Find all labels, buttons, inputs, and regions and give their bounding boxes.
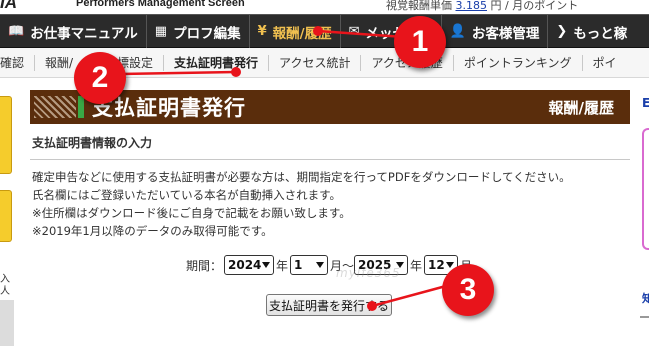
description-line: ※住所欄はダウンロード後にご自身で記載をお願い致します。 xyxy=(32,206,351,220)
subnav-point-more[interactable]: ポイ xyxy=(583,55,627,71)
nav-reward-history[interactable]: ¥ 報酬/履歴 xyxy=(250,15,341,48)
nav-label: お仕事マニュアル xyxy=(30,25,138,42)
subnav-access-stats[interactable]: アクセス統計 xyxy=(269,54,362,71)
nav-label: 報酬/履歴 xyxy=(272,25,332,42)
right-pink-panel xyxy=(642,128,649,250)
nav-label: お客様管理 xyxy=(471,25,540,42)
nav-label: プロフ編集 xyxy=(173,25,241,42)
header-rate-info: 視覚報酬単価 3.185 円 / 月のポイント xyxy=(386,0,579,12)
calendar-icon: ▦ xyxy=(154,24,168,39)
nav-manual[interactable]: 📖 お仕事マニュアル xyxy=(0,15,147,48)
user-icon: 👤 xyxy=(449,24,466,39)
chevron-down-icon xyxy=(446,262,454,268)
subnav-confirm[interactable]: 確認 xyxy=(0,54,36,71)
brand-subtitle: Performers Management Screen xyxy=(76,0,245,9)
chevron-down-icon xyxy=(262,262,270,268)
year-unit: 年 xyxy=(410,259,423,273)
chevron-down-icon xyxy=(316,262,324,268)
issue-certificate-button[interactable]: 支払証明書を発行する xyxy=(266,294,392,316)
nav-profile-edit[interactable]: ▦ プロフ編集 xyxy=(147,15,250,48)
main-nav: 📖 お仕事マニュアル ▦ プロフ編集 ¥ 報酬/履歴 ✉ メッセージ 👤 お客様… xyxy=(0,14,649,48)
left-yellow-panel-1[interactable] xyxy=(0,96,12,174)
section-heading: 支払証明書情報の入力 xyxy=(30,134,630,160)
right-link-fragment[interactable]: E xyxy=(642,96,649,110)
watermark-text: mylfe365 xyxy=(336,266,401,280)
left-text-a: 入 xyxy=(0,274,10,285)
subnav-payment-certificate[interactable]: 支払証明書発行 xyxy=(164,54,270,71)
right-text-fragment[interactable]: 知 xyxy=(642,290,649,306)
left-grey-panel xyxy=(0,300,14,346)
right-divider xyxy=(640,316,649,318)
brand-header: IA Performers Management Screen 視覚報酬単価 3… xyxy=(0,0,649,14)
nav-more[interactable]: ❯ もっと稼 xyxy=(548,15,635,48)
page-banner: 支払証明書発行 報酬/履歴 xyxy=(30,90,630,124)
annotation-badge-1: 1 xyxy=(394,16,446,68)
description-line: ※2019年1月以降のデータのみ取得可能です。 xyxy=(32,224,273,238)
banner-hatch-decoration xyxy=(34,96,76,118)
left-text-b: 人 xyxy=(0,286,10,297)
period-selector: 期間： 2024 年 1 月～ 2025 年 12 月 xyxy=(30,255,630,277)
main-content: 支払証明書発行 報酬/履歴 支払証明書情報の入力 確定申告などに使用する支払証明… xyxy=(30,90,630,316)
banner-green-accent xyxy=(78,96,84,118)
year-unit: 年 xyxy=(276,259,289,273)
description-line: 確定申告などに使用する支払証明書が必要な方は、期間指定を行ってPDFをダウンロー… xyxy=(32,170,571,184)
left-sidebar: 入 人 xyxy=(0,90,14,346)
period-label: 期間： xyxy=(186,259,223,273)
right-sidebar: E 知 xyxy=(640,90,649,346)
annotation-badge-2: 2 xyxy=(74,52,126,104)
book-icon: 📖 xyxy=(8,24,25,39)
left-yellow-panel-2[interactable] xyxy=(0,190,12,242)
description-line: 氏名欄にはご登録いただいている本名が自動挿入されます。 xyxy=(32,188,342,202)
subnav-point-ranking[interactable]: ポイントランキング xyxy=(454,54,583,71)
nav-label: もっと稼 xyxy=(573,25,628,42)
annotation-badge-3: 3 xyxy=(442,264,494,316)
start-month-select[interactable]: 1 xyxy=(290,255,328,275)
mail-icon: ✉ xyxy=(348,24,360,39)
start-year-select[interactable]: 2024 xyxy=(224,255,274,275)
page-section-label: 報酬/履歴 xyxy=(548,99,614,117)
rate-link[interactable]: 3.185 xyxy=(456,0,488,12)
chevron-icon: ❯ xyxy=(556,24,568,39)
description-block: 確定申告などに使用する支払証明書が必要な方は、期間指定を行ってPDFをダウンロー… xyxy=(30,168,630,240)
brand-logo: IA xyxy=(0,0,17,12)
nav-customer[interactable]: 👤 お客様管理 xyxy=(442,15,549,48)
yen-icon: ¥ xyxy=(257,24,267,39)
